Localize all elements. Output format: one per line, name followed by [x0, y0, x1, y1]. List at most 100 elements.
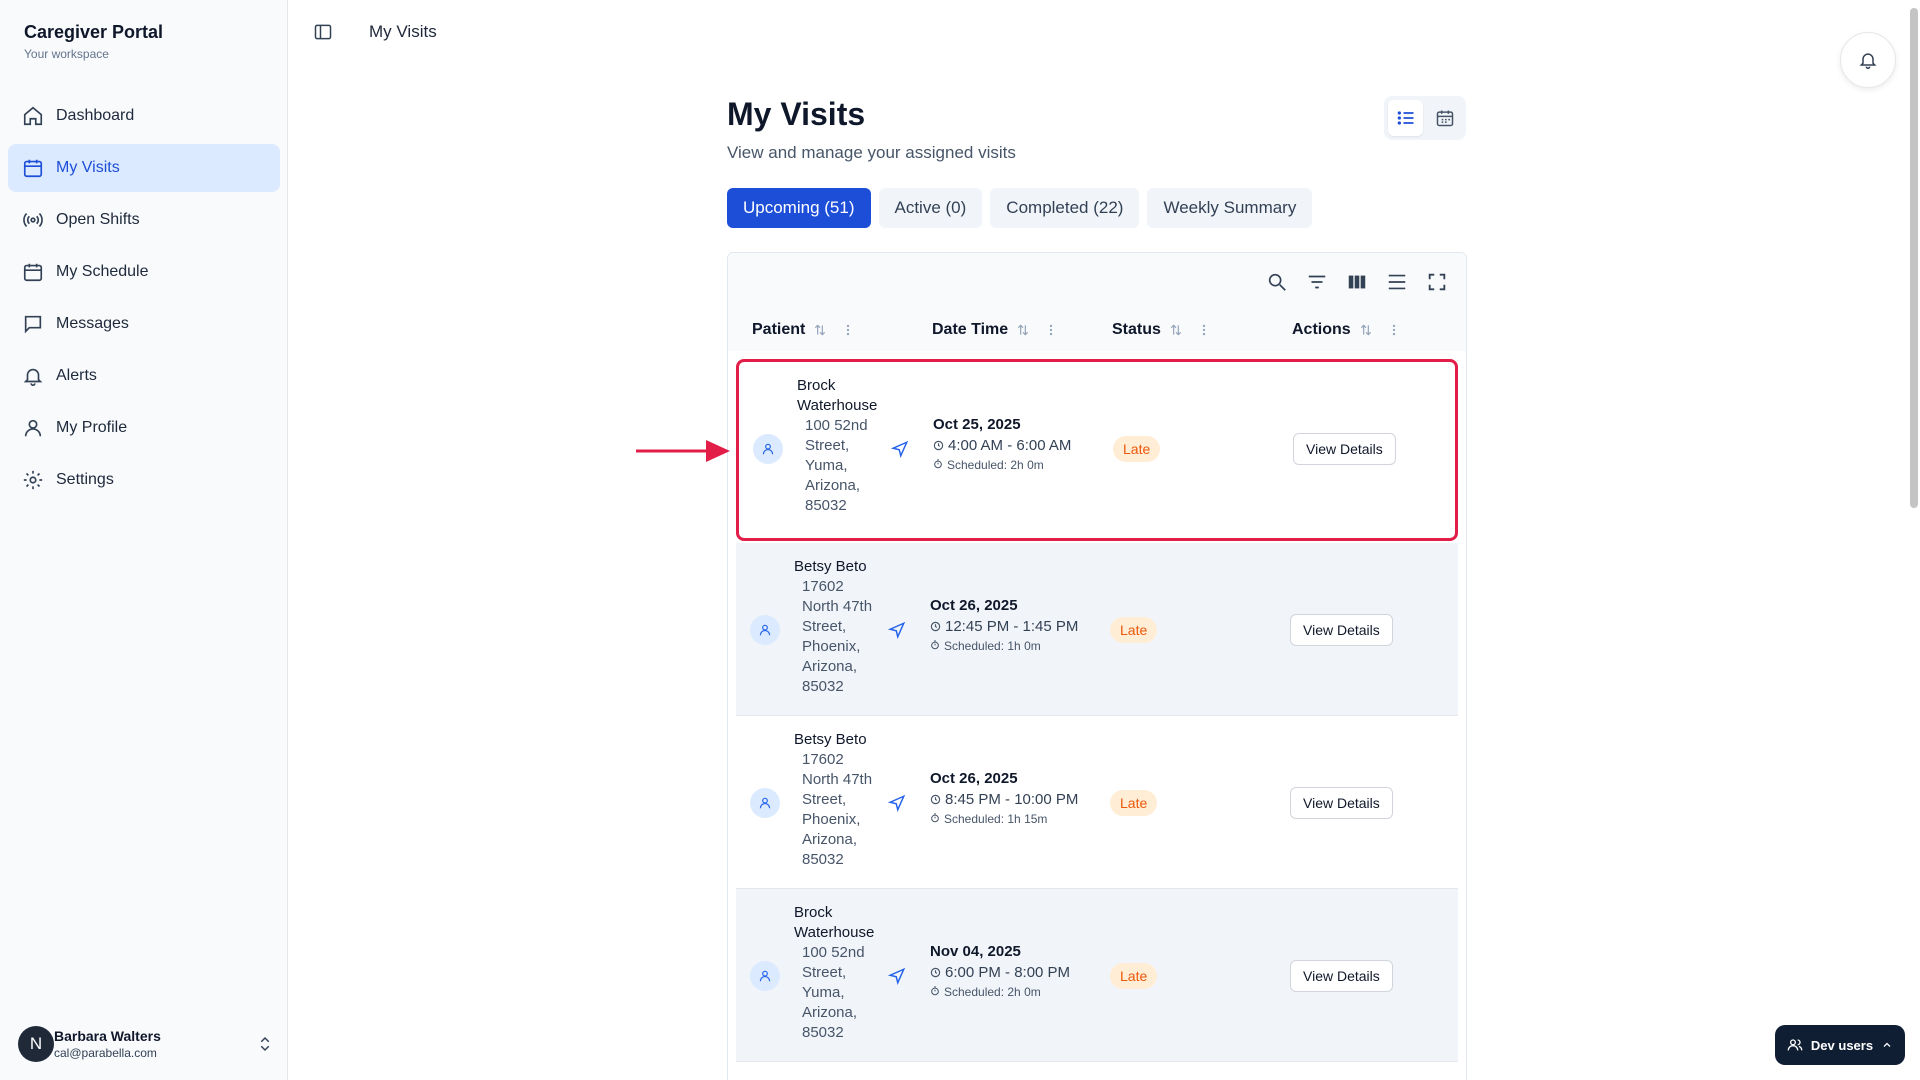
column-label: Actions — [1292, 321, 1351, 338]
fullscreen-icon[interactable] — [1426, 271, 1448, 293]
sidebar-item-settings[interactable]: Settings — [8, 456, 280, 504]
sidebar: Caregiver Portal Your workspace Dashboar… — [0, 0, 288, 1080]
density-icon[interactable] — [1386, 271, 1408, 293]
address-line: 100 52nd — [805, 417, 868, 434]
timer-icon — [931, 813, 939, 823]
tab-completed[interactable]: Completed (22) — [990, 188, 1140, 228]
table-body: Brock Waterhouse 100 52nd Street, Yuma, Arizo… — [736, 359, 1458, 1062]
chevron-up-down-icon — [260, 1036, 270, 1052]
status-badge: Late — [1110, 963, 1158, 989]
table-row[interactable]: Betsy Beto 17602 North 47th Street, Phoenix,… — [736, 716, 1458, 889]
view-details-button[interactable]: View Details — [1290, 614, 1393, 646]
tab-weekly-summary[interactable]: Weekly Summary — [1147, 188, 1313, 228]
sidebar-item-alerts[interactable]: Alerts — [8, 352, 280, 400]
sidebar-item-label: My Visits — [56, 159, 120, 176]
timer-icon — [931, 986, 939, 996]
sidebar-toggle-icon[interactable] — [313, 22, 333, 42]
sidebar-item-my-profile[interactable]: My Profile — [8, 404, 280, 452]
list-view-button[interactable] — [1388, 100, 1423, 136]
navigate-icon[interactable] — [888, 621, 906, 639]
table-row[interactable]: Betsy Beto 17602 North 47th Street, Phoenix,… — [736, 543, 1458, 716]
tab-upcoming[interactable]: Upcoming (51) — [727, 188, 871, 228]
sort-icon[interactable] — [1016, 323, 1030, 337]
patient-avatar — [750, 615, 780, 645]
sidebar-item-label: Settings — [56, 471, 114, 488]
address-line: 85032 — [802, 851, 844, 868]
address-line: North 47th — [802, 598, 873, 615]
clock-icon — [930, 967, 941, 978]
sort-icon[interactable] — [1359, 323, 1373, 337]
patient-name[interactable]: Brock Waterhouse — [797, 376, 897, 416]
more-vertical-icon[interactable] — [1197, 323, 1211, 337]
view-details-button[interactable]: View Details — [1293, 433, 1396, 465]
sort-icon[interactable] — [813, 323, 827, 337]
visit-tabs: Upcoming (51) Active (0) Completed (22) … — [727, 188, 1313, 228]
brand-subtitle: Your workspace — [24, 47, 109, 61]
table-header: Patient Date Time Status Actions — [728, 311, 1466, 351]
sidebar-item-dashboard[interactable]: Dashboard — [8, 92, 280, 140]
address-line: Phoenix, — [802, 811, 861, 828]
table-row[interactable]: Brock Waterhouse 100 52nd Street, Yuma, Arizo… — [736, 889, 1458, 1062]
sort-icon[interactable] — [1169, 323, 1183, 337]
navigate-icon[interactable] — [888, 794, 906, 812]
tab-active[interactable]: Active (0) — [878, 188, 983, 228]
address-line: 17602 — [802, 578, 844, 595]
patient-name[interactable]: Betsy Beto — [794, 730, 894, 750]
address-line: Yuma, — [802, 984, 845, 1001]
sidebar-item-messages[interactable]: Messages — [8, 300, 280, 348]
user-menu[interactable]: N Barbara Walters cal@parabella.com — [18, 1022, 274, 1066]
more-vertical-icon[interactable] — [1044, 323, 1058, 337]
user-email: cal@parabella.com — [54, 1046, 157, 1060]
sidebar-item-my-visits[interactable]: My Visits — [8, 144, 280, 192]
navigate-icon[interactable] — [891, 440, 909, 458]
table-row[interactable]: Brock Waterhouse 100 52nd Street, Yuma, Arizo… — [736, 359, 1458, 541]
more-vertical-icon[interactable] — [1387, 323, 1401, 337]
sidebar-nav: Dashboard My Visits Open Shifts My Sched… — [8, 92, 280, 508]
search-icon[interactable] — [1266, 271, 1288, 293]
visit-scheduled-text: Scheduled: 1h 15m — [944, 812, 1048, 826]
page-scrollbar[interactable] — [1908, 0, 1918, 1080]
visit-time-text: 8:45 PM - 10:00 PM — [945, 791, 1079, 808]
visits-table: Patient Date Time Status Actions Brock Wa… — [727, 252, 1467, 1080]
sidebar-item-label: My Schedule — [56, 263, 149, 280]
calendar-icon — [23, 263, 43, 282]
patient-name[interactable]: Betsy Beto — [794, 557, 894, 577]
broadcast-icon — [23, 213, 43, 227]
clock-icon — [930, 794, 941, 805]
scrollbar-thumb[interactable] — [1910, 8, 1918, 508]
column-header-status[interactable]: Status — [1112, 321, 1211, 339]
visit-datetime: Oct 26, 2025 8:45 PM - 10:00 PM Scheduled:… — [930, 770, 1090, 826]
more-vertical-icon[interactable] — [841, 323, 855, 337]
address-line: Phoenix, — [802, 638, 861, 655]
filter-icon[interactable] — [1306, 271, 1328, 293]
user-name: Barbara Walters — [54, 1028, 161, 1044]
notifications-button[interactable] — [1840, 32, 1896, 88]
address-line: North 47th — [802, 771, 873, 788]
view-details-button[interactable]: View Details — [1290, 787, 1393, 819]
patient-address: 100 52nd Street, Yuma, Arizona, 85032 — [805, 416, 885, 516]
patient-name[interactable]: Brock Waterhouse — [794, 903, 894, 943]
column-header-date-time[interactable]: Date Time — [932, 321, 1058, 339]
user-info: Barbara Walters cal@parabella.com — [54, 1028, 256, 1060]
navigate-icon[interactable] — [888, 967, 906, 985]
sidebar-item-open-shifts[interactable]: Open Shifts — [8, 196, 280, 244]
address-line: Arizona, — [802, 1004, 858, 1021]
sidebar-item-my-schedule[interactable]: My Schedule — [8, 248, 280, 296]
patient-name-line: Waterhouse — [797, 397, 878, 414]
calendar-view-button[interactable] — [1427, 100, 1462, 136]
calendar-icon — [1436, 110, 1453, 127]
dev-users-label: Dev users — [1810, 1037, 1874, 1053]
top-bar: My Visits — [289, 0, 1920, 88]
columns-icon[interactable] — [1346, 271, 1368, 293]
user-icon — [762, 443, 774, 455]
address-line: Arizona, — [805, 477, 861, 494]
visit-time: 4:00 AM - 6:00 AM — [933, 436, 1093, 456]
patient-address: 17602 North 47th Street, Phoenix, Arizona, 85… — [802, 750, 882, 870]
visit-datetime: Oct 26, 2025 12:45 PM - 1:45 PM Scheduled:… — [930, 597, 1090, 653]
column-header-patient[interactable]: Patient — [752, 321, 855, 339]
dev-users-button[interactable]: Dev users — [1775, 1025, 1905, 1065]
view-details-button[interactable]: View Details — [1290, 960, 1393, 992]
annotation-arrow-icon — [636, 440, 730, 462]
address-line: 85032 — [805, 497, 847, 514]
column-header-actions[interactable]: Actions — [1292, 321, 1401, 339]
